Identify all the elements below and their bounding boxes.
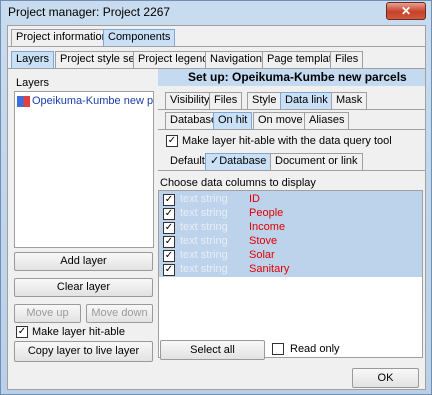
layers-label: Layers (16, 77, 50, 89)
tab-files[interactable]: Files (330, 51, 364, 68)
tab-data-link[interactable]: Data link (280, 92, 333, 109)
setup-header: Set up: Opeikuma-Kumbe new parcels (158, 69, 425, 86)
hitable-query-checkbox[interactable]: ✓ (166, 135, 178, 147)
tab-default[interactable]: Default (166, 154, 209, 171)
column-checkbox[interactable]: ✓ (163, 208, 175, 220)
list-item[interactable]: ✓ text string Sanitary (161, 263, 420, 277)
make-layer-hitable-label: Make layer hit-able (32, 326, 125, 338)
columns-list[interactable]: ✓ text string ID ✓ text string People ✓ … (158, 190, 423, 358)
column-type: text string (180, 207, 228, 219)
column-type: text string (180, 263, 228, 275)
tab-mask[interactable]: Mask (331, 92, 368, 109)
client-area: Project information Components Layers Pr… (7, 25, 426, 390)
list-item[interactable]: ✓ text string People (161, 207, 420, 221)
column-type: text string (180, 249, 228, 261)
tab-on-hit[interactable]: On hit (213, 112, 253, 129)
column-type: text string (180, 193, 228, 205)
column-checkbox[interactable]: ✓ (163, 264, 175, 276)
tab-files-setup[interactable]: Files (209, 92, 243, 109)
column-name: ID (249, 193, 260, 205)
make-layer-hitable-checkbox[interactable]: ✓ (16, 326, 28, 338)
column-type: text string (180, 235, 228, 247)
list-item[interactable]: ✓ text string Solar (161, 249, 420, 263)
list-item[interactable]: ✓ text string ID (161, 193, 420, 207)
divider (158, 109, 425, 110)
read-only-checkbox[interactable] (272, 343, 284, 355)
layer-icon (17, 96, 30, 107)
close-button[interactable]: ✕ (386, 2, 426, 20)
tab-on-move[interactable]: On move (253, 112, 308, 129)
add-layer-button[interactable]: Add layer (14, 252, 153, 271)
column-checkbox[interactable]: ✓ (163, 250, 175, 262)
column-checkbox[interactable]: ✓ (163, 194, 175, 206)
close-icon: ✕ (400, 4, 412, 18)
title-bar: Project manager: Project 2267 ✕ (1, 1, 431, 23)
column-name: People (249, 207, 284, 219)
tab-navigation[interactable]: Navigation (205, 51, 267, 68)
tab-project-style-set[interactable]: Project style set (55, 51, 143, 68)
columns-label: Choose data columns to display (160, 177, 316, 189)
copy-layer-to-live-button[interactable]: Copy layer to live layer (14, 341, 153, 362)
project-manager-window: Project manager: Project 2267 ✕ Project … (0, 0, 432, 395)
window-title: Project manager: Project 2267 (8, 5, 171, 19)
divider (158, 170, 425, 171)
column-name: Solar (249, 249, 275, 261)
tab-project-information[interactable]: Project information (11, 29, 113, 46)
layers-list[interactable]: Opeikuma-Kumbe new p (14, 91, 154, 248)
clear-layer-button[interactable]: Clear layer (14, 278, 153, 297)
tab-project-legend[interactable]: Project legend (133, 51, 214, 68)
layer-name: Opeikuma-Kumbe new p (32, 95, 153, 107)
divider (8, 46, 425, 47)
read-only-label: Read only (290, 343, 340, 355)
tab-database-source[interactable]: ✓Database (205, 153, 272, 170)
list-item[interactable]: Opeikuma-Kumbe new p (17, 95, 153, 109)
tab-aliases[interactable]: Aliases (304, 112, 350, 129)
list-item[interactable]: ✓ text string Stove (161, 235, 420, 249)
move-up-button[interactable]: Move up (14, 304, 81, 323)
select-all-button[interactable]: Select all (160, 340, 265, 360)
hitable-query-label: Make layer hit-able with the data query … (182, 135, 392, 147)
column-type: text string (180, 221, 228, 233)
tab-style[interactable]: Style (247, 92, 282, 109)
column-name: Sanitary (249, 263, 290, 275)
ok-button[interactable]: OK (352, 368, 419, 388)
tab-visibility[interactable]: Visibility (165, 92, 215, 109)
setup-heading: Set up: Opeikuma-Kumbe new parcels (188, 70, 407, 84)
column-name: Income (249, 221, 286, 233)
tab-components[interactable]: Components (103, 29, 176, 46)
divider (158, 129, 425, 130)
column-checkbox[interactable]: ✓ (163, 222, 175, 234)
list-item[interactable]: ✓ text string Income (161, 221, 420, 235)
column-name: Stove (249, 235, 278, 247)
tab-layers[interactable]: Layers (11, 51, 55, 68)
move-down-button[interactable]: Move down (86, 304, 153, 323)
tab-document-or-link[interactable]: Document or link (270, 153, 363, 170)
column-checkbox[interactable]: ✓ (163, 236, 175, 248)
